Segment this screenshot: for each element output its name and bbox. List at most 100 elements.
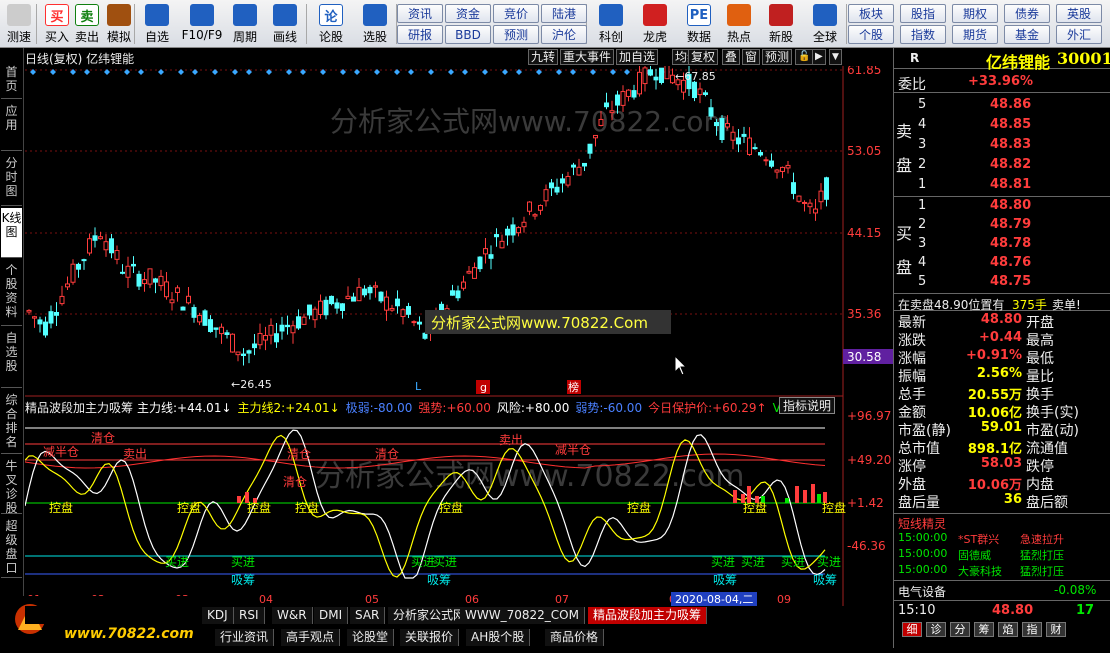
- elf-stock[interactable]: 固德威: [958, 547, 991, 563]
- toolbar-f10-button[interactable]: F10/F9: [178, 2, 226, 46]
- market-button[interactable]: 板块: [848, 4, 894, 23]
- market-button[interactable]: 股指: [900, 4, 946, 23]
- kline-toolbar-button[interactable]: 复权: [688, 49, 719, 65]
- quick-button[interactable]: 资金: [445, 4, 491, 23]
- quick-button[interactable]: 陆港: [541, 4, 587, 23]
- market-button[interactable]: 期货: [952, 25, 998, 44]
- sell-price[interactable]: 48.82: [990, 157, 1031, 172]
- market-button[interactable]: 期权: [952, 4, 998, 23]
- quick-button[interactable]: 预测: [493, 25, 539, 44]
- sell-price[interactable]: 48.81: [990, 177, 1031, 192]
- elf-time: 15:00:00: [898, 531, 948, 544]
- toolbar-chart-button[interactable]: 科创: [592, 2, 630, 46]
- indicator-tab[interactable]: 精品波段加主力吸筹: [588, 607, 708, 624]
- toolbar-hammer-button[interactable]: 模拟: [100, 2, 138, 46]
- next-icon[interactable]: ▶: [812, 49, 826, 65]
- buy-price[interactable]: 48.78: [990, 236, 1031, 251]
- nav-item[interactable]: 自选股: [1, 328, 22, 388]
- dragon-icon: [643, 4, 667, 26]
- nav-item[interactable]: 超级盘口: [1, 516, 22, 578]
- market-button[interactable]: 债券: [1004, 4, 1050, 23]
- market-button[interactable]: 基金: [1004, 25, 1050, 44]
- toolbar-dragon-button[interactable]: 龙虎: [636, 2, 674, 46]
- elf-stock[interactable]: *ST群兴: [958, 531, 999, 547]
- indicator-help-button[interactable]: 指标说明: [779, 397, 836, 414]
- buy-price[interactable]: 48.80: [990, 198, 1031, 213]
- toolbar-separator: [36, 4, 37, 44]
- event-marker[interactable]: g: [480, 381, 487, 394]
- sell-price[interactable]: 48.83: [990, 137, 1031, 152]
- toolbar-pen-button[interactable]: 画线: [266, 2, 304, 46]
- kline-toolbar-button[interactable]: 九转: [528, 49, 559, 65]
- kline-toolbar-button[interactable]: 叠: [722, 49, 741, 65]
- quote-tab[interactable]: 诊: [926, 622, 946, 637]
- info-tab[interactable]: 商品价格: [545, 629, 605, 646]
- toolbar-newstock-button[interactable]: 新股: [762, 2, 800, 46]
- quote-tab[interactable]: 细: [902, 622, 922, 637]
- toolbar-chat-button[interactable]: 论论股: [312, 2, 350, 46]
- event-marker[interactable]: 榜: [568, 380, 579, 394]
- elf-stock[interactable]: 大豪科技: [958, 563, 1002, 579]
- market-button[interactable]: 英股: [1056, 4, 1102, 23]
- candle-body: [329, 295, 334, 305]
- stat-label: 金额: [898, 405, 926, 421]
- buy-price[interactable]: 48.76: [990, 255, 1031, 270]
- toolbar-pe-button[interactable]: PE 数据: [680, 2, 718, 46]
- quick-button[interactable]: 资讯: [397, 4, 443, 23]
- dropdown-icon[interactable]: ▼: [829, 49, 842, 65]
- nav-item[interactable]: 个股资料: [1, 260, 22, 326]
- quote-tab[interactable]: 分: [950, 622, 970, 637]
- lock-icon[interactable]: 🔓: [795, 49, 814, 65]
- indicator-tab[interactable]: W&R: [272, 607, 313, 624]
- toolbar-star-button[interactable]: 自选: [138, 2, 176, 46]
- toolbar-hot-button[interactable]: 热点: [720, 2, 758, 46]
- nav-item[interactable]: 综合排名: [1, 390, 22, 454]
- indicator-tab[interactable]: 分析家公式网: [388, 607, 472, 624]
- quote-tab[interactable]: 财: [1046, 622, 1066, 637]
- sector-name[interactable]: 电气设备: [898, 583, 946, 600]
- hot-icon: [727, 4, 751, 26]
- signal-diamond: [212, 69, 218, 75]
- indicator-tab[interactable]: SAR: [350, 607, 386, 624]
- info-tab[interactable]: 行业资讯: [215, 629, 275, 646]
- info-tab[interactable]: 关联报价: [400, 629, 460, 646]
- info-tab[interactable]: 高手观点: [281, 629, 341, 646]
- nav-item[interactable]: 首页: [1, 62, 22, 99]
- info-tab[interactable]: AH股个股: [466, 629, 531, 646]
- quote-tab[interactable]: 指: [1022, 622, 1042, 637]
- indicator-tab[interactable]: RSI: [234, 607, 265, 624]
- market-button[interactable]: 外汇: [1056, 25, 1102, 44]
- kline-toolbar-button[interactable]: 重大事件: [560, 49, 615, 65]
- sell-price[interactable]: 48.85: [990, 117, 1031, 132]
- quick-button[interactable]: BBD: [445, 25, 491, 44]
- main-chart[interactable]: 61.8553.0544.1535.3630.5830.58分析家公式网www.…: [25, 66, 893, 606]
- toolbar-globe-button[interactable]: 全球: [806, 2, 844, 46]
- elf-title[interactable]: 短线精灵: [898, 515, 946, 532]
- buy-price[interactable]: 48.75: [990, 274, 1031, 289]
- kline-toolbar-button[interactable]: 预测: [762, 49, 793, 65]
- toolbar-clock-button[interactable]: 周期: [226, 2, 264, 46]
- quote-tab[interactable]: 筹: [974, 622, 994, 637]
- force-bar: [733, 490, 737, 503]
- nav-item[interactable]: K线图: [1, 208, 22, 258]
- sell-price[interactable]: 48.86: [990, 97, 1031, 112]
- buy-price[interactable]: 48.79: [990, 217, 1031, 232]
- nav-item[interactable]: 牛叉诊股: [1, 456, 22, 515]
- indicator-tab[interactable]: DMI: [314, 607, 349, 624]
- quote-tab[interactable]: 焰: [998, 622, 1018, 637]
- quick-button[interactable]: 研报: [397, 25, 443, 44]
- quick-button[interactable]: 沪伦: [541, 25, 587, 44]
- toolbar-speed-button[interactable]: 测速: [0, 2, 38, 46]
- market-button[interactable]: 指数: [900, 25, 946, 44]
- info-tab[interactable]: 论股堂: [347, 629, 395, 646]
- nav-item[interactable]: 分时图: [1, 153, 22, 206]
- event-marker[interactable]: L: [415, 380, 422, 393]
- nav-item[interactable]: 应用: [1, 101, 22, 151]
- indicator-tab[interactable]: WWW_70822_COM: [460, 607, 585, 624]
- indicator-tab[interactable]: KDJ: [202, 607, 234, 624]
- quick-button[interactable]: 竞价: [493, 4, 539, 23]
- kline-toolbar-button[interactable]: 窗: [742, 49, 761, 65]
- toolbar-select-button[interactable]: 选股: [356, 2, 394, 46]
- kline-toolbar-button[interactable]: 加自选: [616, 49, 659, 65]
- market-button[interactable]: 个股: [848, 25, 894, 44]
